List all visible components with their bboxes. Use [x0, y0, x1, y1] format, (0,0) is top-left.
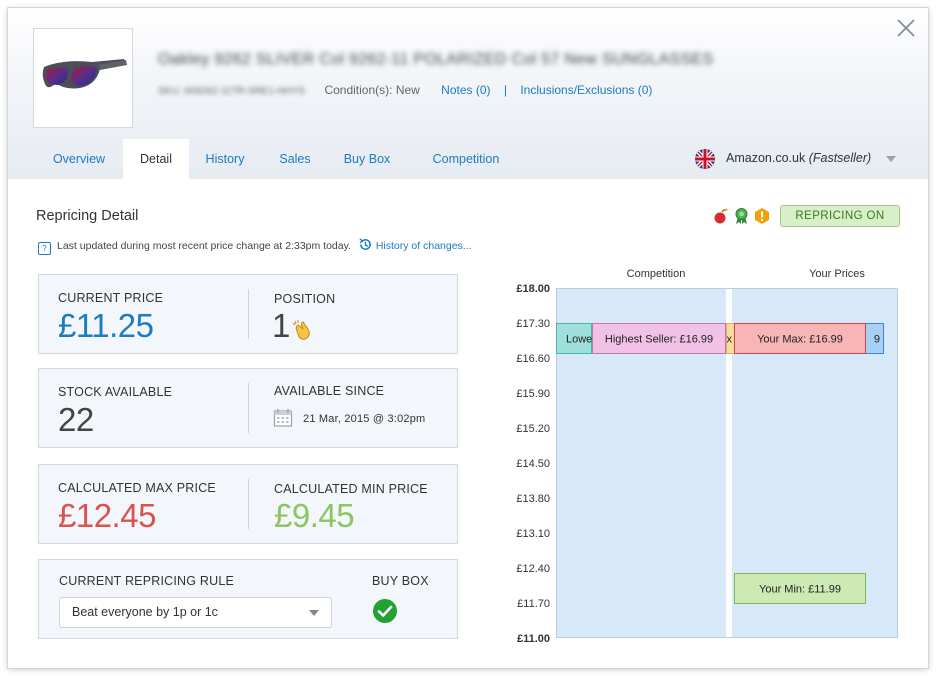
- position-label: POSITION: [274, 292, 336, 306]
- card-divider: [248, 383, 249, 433]
- price-marker-label: Your Min: £11.99: [759, 584, 841, 596]
- available-since-label: AVAILABLE SINCE: [274, 384, 385, 398]
- uk-flag-icon: [695, 149, 715, 169]
- repricing-rule-value: Beat everyone by 1p or 1c: [72, 605, 218, 619]
- history-clock-icon: [359, 238, 371, 250]
- max-price-value: £12.45: [58, 497, 156, 534]
- history-of-changes-link[interactable]: History of changes...: [376, 240, 472, 252]
- repricing-rule-card: CURRENT REPRICING RULE Beat everyone by …: [38, 559, 458, 639]
- buy-box-label: BUY BOX: [372, 574, 429, 588]
- warning-hexagon-icon[interactable]: [754, 207, 769, 225]
- price-position-card: CURRENT PRICE £11.25 POSITION 1: [38, 274, 458, 354]
- y-tick-label: £15.20: [516, 423, 550, 435]
- y-tick-label: £12.40: [516, 563, 550, 575]
- stock-value: 22: [58, 401, 94, 438]
- price-marker-label: Your Max: £16.99: [757, 334, 843, 346]
- y-tick-label: £17.30: [516, 318, 550, 330]
- notes-link[interactable]: Notes (0): [441, 83, 490, 97]
- min-price-value: £9.45: [274, 497, 355, 534]
- product-meta: SKU: 009262-11TR-SRE1-HHYS Condition(s):…: [158, 83, 652, 97]
- current-price-label: CURRENT PRICE: [58, 291, 164, 305]
- marketplace-name: Amazon.co.uk: [726, 151, 806, 165]
- available-since-value: 21 Mar, 2015 @ 3:02pm: [303, 413, 426, 425]
- product-header: Oakley 9262 SLIVER Col 9262-11 POLARIZED…: [8, 8, 928, 179]
- product-title: Oakley 9262 SLIVER Col 9262-11 POLARIZED…: [158, 51, 714, 68]
- price-marker-label: 9: [874, 334, 880, 346]
- card-divider: [248, 289, 249, 339]
- product-thumbnail: [33, 28, 133, 128]
- tab-buy-box[interactable]: Buy Box: [334, 139, 400, 179]
- price-marker-label: x: [727, 334, 733, 346]
- y-tick-label: £13.80: [516, 493, 550, 505]
- repricing-rule-select[interactable]: Beat everyone by 1p or 1c: [59, 597, 332, 628]
- tab-competition[interactable]: Competition: [418, 139, 514, 179]
- max-price-label: CALCULATED MAX PRICE: [58, 481, 216, 495]
- position-value: 1: [272, 307, 290, 344]
- price-range-chart: Competition Your Prices £18.00 £17.30 £16.60…: [516, 268, 898, 645]
- card-divider: [248, 479, 249, 529]
- seller-type: (Fastseller): [808, 151, 872, 165]
- meta-separator: |: [503, 83, 507, 97]
- help-icon[interactable]: ?: [38, 242, 51, 255]
- y-tick-label: £13.10: [516, 528, 550, 540]
- y-tick-label: £11.70: [517, 598, 550, 610]
- last-updated: ? Last updated during most recent price c…: [38, 237, 472, 255]
- tab-overview[interactable]: Overview: [36, 139, 122, 179]
- chevron-down-icon: [309, 610, 319, 616]
- last-updated-text: Last updated during most recent price ch…: [57, 240, 351, 252]
- inclusions-exclusions-link[interactable]: Inclusions/Exclusions (0): [520, 83, 652, 97]
- section-title: Repricing Detail: [36, 208, 139, 224]
- repricing-modal: Oakley 9262 SLIVER Col 9262-11 POLARIZED…: [8, 8, 928, 668]
- product-condition: Condition(s): New: [324, 83, 420, 97]
- y-tick-label: £15.90: [516, 388, 550, 400]
- y-tick-label: £11.00: [517, 633, 550, 645]
- y-tick-label: £18.00: [516, 283, 550, 295]
- column-header-competition: Competition: [627, 268, 686, 280]
- check-circle-icon: [373, 599, 397, 623]
- column-header-your-prices: Your Prices: [809, 268, 865, 280]
- sunglasses-image: [42, 59, 127, 89]
- min-price-label: CALCULATED MIN PRICE: [274, 482, 428, 496]
- tab-detail[interactable]: Detail: [123, 139, 189, 179]
- repricing-status-badge[interactable]: REPRICING ON: [780, 205, 900, 227]
- tab-sales[interactable]: Sales: [270, 139, 320, 179]
- product-sku: SKU: 009262-11TR-SRE1-HHYS: [158, 86, 306, 97]
- y-tick-label: £16.60: [516, 353, 550, 365]
- close-icon[interactable]: [896, 18, 916, 38]
- calculated-prices-card: CALCULATED MAX PRICE £12.45 CALCULATED M…: [38, 464, 458, 544]
- repricing-rule-label: CURRENT REPRICING RULE: [59, 574, 235, 588]
- stock-label: STOCK AVAILABLE: [58, 385, 173, 399]
- bomb-icon[interactable]: [713, 207, 728, 225]
- current-price-value: £11.25: [58, 307, 154, 344]
- chevron-down-icon: [886, 156, 896, 162]
- tab-history[interactable]: History: [192, 139, 258, 179]
- clapping-hands-icon: [292, 320, 310, 340]
- y-tick-label: £14.50: [516, 458, 550, 470]
- price-marker-label: Highest Seller: £16.99: [605, 334, 713, 346]
- price-marker-label: Lowe: [566, 334, 592, 346]
- award-ribbon-icon[interactable]: [734, 207, 749, 225]
- stock-card: STOCK AVAILABLE 22 AVAILABLE SINCE 21 Ma…: [38, 368, 458, 448]
- calendar-icon: [273, 409, 293, 427]
